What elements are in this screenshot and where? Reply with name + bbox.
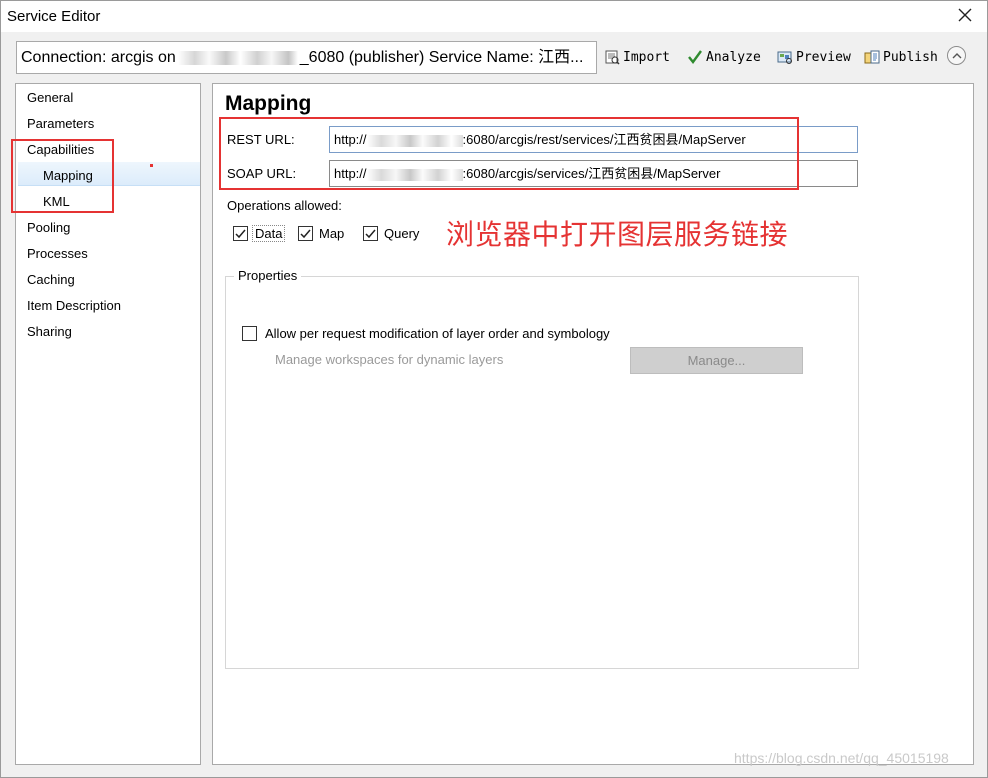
preview-label: Preview <box>796 49 851 65</box>
operation-data-label: Data <box>252 224 286 242</box>
annotation-dot <box>150 164 153 167</box>
sidebar-item-general[interactable]: General <box>27 87 73 109</box>
collapse-chevron-icon <box>952 48 962 63</box>
publish-icon <box>864 49 880 65</box>
soap-url-field[interactable]: http:// :6080/arcgis/services/江西贫困县/MapSe… <box>329 160 858 187</box>
rest-url-suffix: :6080/arcgis/rest/services/江西贫困县/MapServ… <box>462 132 746 147</box>
redacted-host <box>366 168 463 181</box>
publish-button[interactable]: Publish <box>864 47 938 67</box>
analyze-check-icon <box>687 49 703 65</box>
manage-workspaces-text: Manage workspaces for dynamic layers <box>275 352 504 367</box>
main-panel: Mapping REST URL: http:// :6080/arcgis/re… <box>212 83 974 765</box>
redacted-host <box>177 50 298 65</box>
soap-url-prefix: http:// <box>334 166 367 181</box>
sidebar-item-parameters[interactable]: Parameters <box>27 113 94 135</box>
sidebar: General Parameters Capabilities Mapping … <box>15 83 201 765</box>
operation-map-label: Map <box>319 225 345 241</box>
allow-modification-label: Allow per request modification of layer … <box>265 326 610 341</box>
redacted-host <box>366 134 463 147</box>
connection-suffix: _6080 (publisher) Service Name: 江西... <box>299 49 584 66</box>
analyze-label: Analyze <box>706 49 761 65</box>
close-icon <box>958 8 972 25</box>
toolbar: Connection: arcgis on _6080 (publisher) S… <box>1 32 987 78</box>
checkbox-box <box>298 225 313 241</box>
window-title: Service Editor <box>7 8 101 25</box>
title-bar: Service Editor <box>1 1 987 32</box>
soap-url-label: SOAP URL: <box>227 166 297 181</box>
close-button[interactable] <box>953 5 977 27</box>
import-button[interactable]: Import <box>604 47 670 67</box>
operation-map-checkbox[interactable]: Map <box>298 223 346 243</box>
sidebar-item-caching[interactable]: Caching <box>27 269 75 291</box>
import-label: Import <box>623 49 670 65</box>
analyze-button[interactable]: Analyze <box>687 47 761 67</box>
connection-prefix: Connection: arcgis on <box>21 49 176 66</box>
allow-modification-checkbox[interactable]: Allow per request modification of layer … <box>242 326 610 341</box>
checkbox-box <box>363 225 378 241</box>
operation-query-checkbox[interactable]: Query <box>363 223 421 243</box>
sidebar-item-pooling[interactable]: Pooling <box>27 217 70 239</box>
checkbox-box <box>233 225 248 241</box>
operation-data-checkbox[interactable]: Data <box>233 223 286 243</box>
sidebar-item-capabilities[interactable]: Capabilities <box>27 139 94 161</box>
preview-button[interactable]: Preview <box>777 47 851 67</box>
collapse-button[interactable] <box>947 46 966 65</box>
checkbox-box <box>242 326 257 341</box>
soap-url-suffix: :6080/arcgis/services/江西贫困县/MapServer <box>462 166 721 181</box>
import-icon <box>604 49 620 65</box>
sidebar-item-sharing[interactable]: Sharing <box>27 321 72 343</box>
rest-url-field[interactable]: http:// :6080/arcgis/rest/services/江西贫困县/… <box>329 126 858 153</box>
manage-button[interactable]: Manage... <box>630 347 803 374</box>
properties-legend: Properties <box>234 268 302 283</box>
rest-url-label: REST URL: <box>227 132 295 147</box>
publish-label: Publish <box>883 49 938 65</box>
sidebar-item-item-description[interactable]: Item Description <box>27 295 121 317</box>
connection-info: Connection: arcgis on _6080 (publisher) S… <box>16 41 597 74</box>
page-title: Mapping <box>225 92 312 115</box>
sidebar-item-processes[interactable]: Processes <box>27 243 88 265</box>
operations-allowed-label: Operations allowed: <box>227 198 342 213</box>
annotation-text: 浏览器中打开图层服务链接 <box>446 219 789 250</box>
sidebar-item-mapping[interactable]: Mapping <box>43 165 93 187</box>
watermark: https://blog.csdn.net/qq_45015198 <box>734 750 949 766</box>
rest-url-prefix: http:// <box>334 132 367 147</box>
preview-icon <box>777 49 793 65</box>
operation-query-label: Query <box>384 225 420 241</box>
sidebar-item-kml[interactable]: KML <box>43 191 70 213</box>
